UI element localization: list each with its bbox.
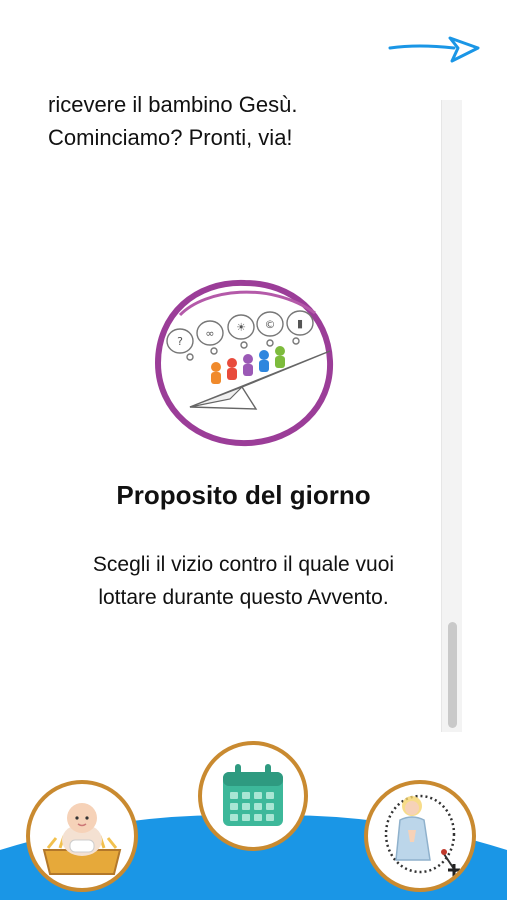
baby-jesus-manger-icon <box>42 803 122 875</box>
svg-text:▮: ▮ <box>297 317 303 330</box>
nav-calendar-button[interactable] <box>198 741 308 851</box>
nav-rosary-button[interactable] <box>364 780 476 892</box>
scrollbar-thumb[interactable] <box>448 622 457 728</box>
paper-plane-arrow-icon <box>388 36 480 63</box>
next-button[interactable] <box>388 28 484 72</box>
nav-baby-jesus-button[interactable] <box>26 780 138 892</box>
svg-text:☀: ☀ <box>236 321 246 334</box>
calendar-icon <box>223 764 283 826</box>
intro-line-1: ricevere il bambino Gesù. <box>48 92 298 117</box>
intro-line-2: Cominciamo? Pronti, via! <box>48 125 293 150</box>
svg-text:?: ? <box>177 335 183 348</box>
rosary-praying-figure-icon <box>384 794 460 882</box>
svg-text:©: © <box>265 318 276 331</box>
svg-text:∞: ∞ <box>205 327 214 340</box>
scrollbar[interactable] <box>441 100 462 732</box>
section-description-text: Scegli il vizio contro il quale vuoi lot… <box>92 553 395 609</box>
intro-paragraph: ricevere il bambino Gesù. Cominciamo? Pr… <box>48 92 428 154</box>
section-description: Scegli il vizio contro il quale vuoi lot… <box>0 548 440 614</box>
scroll-content[interactable]: ricevere il bambino Gesù. Cominciamo? Pr… <box>0 92 440 732</box>
paper-plane-people-logo: ? ∞ ☀ © ▮ <box>154 279 334 447</box>
section-title: Proposito del giorno <box>116 480 371 510</box>
proposito-logo: ? ∞ ☀ © ▮ <box>150 275 340 450</box>
